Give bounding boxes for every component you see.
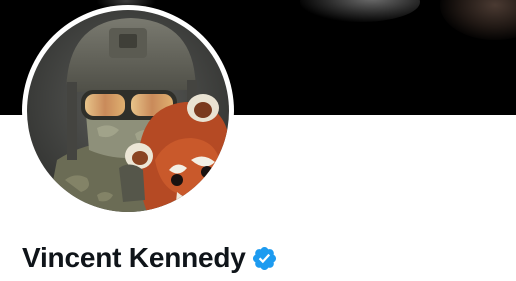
profile-display-name: Vincent Kennedy xyxy=(22,242,246,273)
profile-name-row: Vincent Kennedy xyxy=(22,238,278,278)
banner-highlight xyxy=(300,0,420,22)
profile-avatar[interactable] xyxy=(27,10,229,212)
banner-highlight xyxy=(440,0,516,40)
avatar-frame[interactable] xyxy=(22,5,234,217)
verified-badge-icon[interactable] xyxy=(251,245,278,272)
